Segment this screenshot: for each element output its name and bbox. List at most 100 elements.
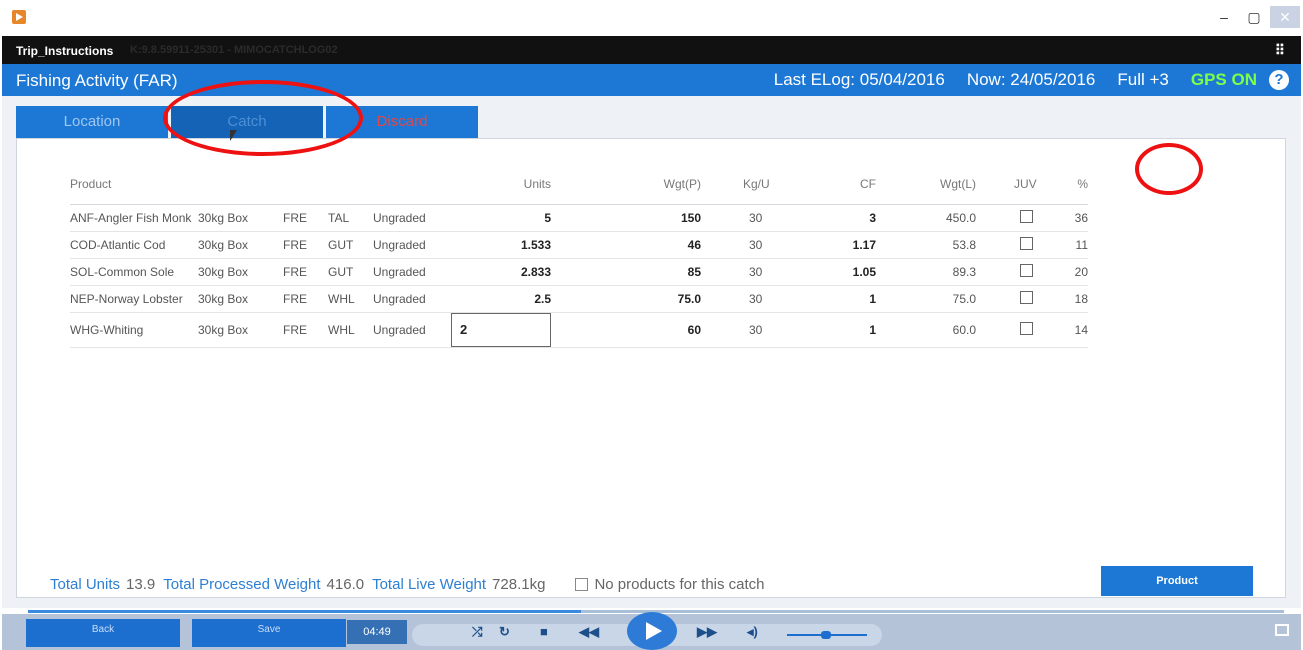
juv-checkbox[interactable] xyxy=(1020,263,1033,277)
cell-fresh: FRE xyxy=(283,204,328,232)
media-time: 04:49 xyxy=(347,620,407,644)
table-row[interactable]: NEP-Norway Lobster 30kg Box FRE WHL Ungraded… xyxy=(70,285,1088,313)
rewind-icon[interactable]: ◀◀ xyxy=(579,624,599,640)
volume-knob[interactable] xyxy=(821,631,831,639)
gps-status: GPS ON xyxy=(1190,70,1257,89)
cell-pct: 14 xyxy=(1038,312,1088,348)
juv-checkbox[interactable] xyxy=(1020,209,1033,223)
cell-wgtp: 46 xyxy=(573,231,701,259)
processed-weight-label: Total Processed Weight xyxy=(163,576,321,593)
fullscreen-icon[interactable] xyxy=(1275,624,1289,636)
media-controls: 04:49 ⤮ ↻ ■ ◀◀ ▶▶ ◂) xyxy=(347,612,1247,650)
cell-wgtp: 85 xyxy=(573,258,701,286)
cell-product: ANF-Angler Fish Monk xyxy=(70,204,198,232)
play-icon[interactable] xyxy=(627,612,677,650)
cell-presentation: TAL xyxy=(328,204,373,232)
table-row[interactable]: SOL-Common Sole 30kg Box FRE GUT Ungraded 2.8… xyxy=(70,258,1088,286)
cell-product: COD-Atlantic Cod xyxy=(70,231,198,259)
minimize-button[interactable]: – xyxy=(1210,6,1238,28)
cell-cf: 3 xyxy=(781,204,876,232)
table-row[interactable]: COD-Atlantic Cod 30kg Box FRE GUT Ungraded 1.… xyxy=(70,231,1088,259)
last-elog: Last ELog: 05/04/2016 xyxy=(773,70,945,89)
units-input[interactable]: 2 xyxy=(451,312,551,347)
col-fresh xyxy=(283,164,328,205)
help-icon[interactable]: ? xyxy=(1269,70,1289,90)
volume-slider[interactable] xyxy=(787,631,867,639)
col-wgtp: Wgt(P) xyxy=(573,164,701,205)
cell-presentation: GUT xyxy=(328,231,373,259)
col-wgtl: Wgt(L) xyxy=(876,164,976,205)
cell-grade: Ungraded xyxy=(373,204,451,232)
totals-footer: Total Units 13.9 Total Processed Weight … xyxy=(50,576,765,593)
cell-wgtp: 75.0 xyxy=(573,285,701,313)
col-box xyxy=(198,164,283,205)
cell-box: 30kg Box xyxy=(198,231,283,259)
inner-titlebar: Trip_Instructions K:9.8.59911-25301 - MI… xyxy=(2,36,1301,64)
shuffle-icon[interactable]: ⤮ xyxy=(472,624,482,640)
cell-units: 2.833 xyxy=(451,258,573,286)
cell-product: WHG-Whiting xyxy=(70,312,198,348)
annotation-circle-catch xyxy=(163,80,363,156)
table-row[interactable]: ANF-Angler Fish Monk 30kg Box FRE TAL Ungrad… xyxy=(70,204,1088,232)
cell-juv xyxy=(976,258,1038,286)
cell-units: 2.5 xyxy=(451,285,573,313)
outer-titlebar: – ▢ ✕ xyxy=(0,0,1303,34)
live-weight-label: Total Live Weight xyxy=(372,576,487,593)
juv-checkbox[interactable] xyxy=(1020,290,1033,304)
cell-juv xyxy=(976,204,1038,232)
cell-units: 2 xyxy=(451,312,573,348)
cell-wgtl: 89.3 xyxy=(876,258,976,286)
cell-presentation: WHL xyxy=(328,285,373,313)
cell-pct: 11 xyxy=(1038,231,1088,259)
now-date: Now: 24/05/2016 xyxy=(966,70,1096,89)
cell-wgtp: 150 xyxy=(573,204,701,232)
cell-juv xyxy=(976,231,1038,259)
col-pres xyxy=(328,164,373,205)
window-title: Trip_Instructions xyxy=(16,44,114,58)
cell-pct: 36 xyxy=(1038,204,1088,232)
cell-grade: Ungraded xyxy=(373,285,451,313)
cell-presentation: GUT xyxy=(328,258,373,286)
back-button[interactable]: Back xyxy=(26,619,180,647)
playback-progress-fill xyxy=(28,610,581,613)
col-kgu: Kg/U xyxy=(701,164,781,205)
cell-box: 30kg Box xyxy=(198,285,283,313)
cell-box: 30kg Box xyxy=(198,204,283,232)
annotation-circle-juv xyxy=(1135,143,1203,195)
cell-juv xyxy=(976,285,1038,313)
cell-fresh: FRE xyxy=(283,285,328,313)
menu-icon[interactable]: ⠿ xyxy=(1275,42,1285,59)
volume-icon[interactable]: ◂) xyxy=(747,624,758,640)
processed-weight-value: 416.0 xyxy=(326,576,365,593)
cell-cf: 1 xyxy=(781,285,876,313)
no-products-checkbox[interactable] xyxy=(575,578,589,591)
full-indicator: Full +3 xyxy=(1117,70,1169,89)
stop-icon[interactable]: ■ xyxy=(540,624,548,639)
cell-wgtp: 60 xyxy=(573,312,701,348)
table-row[interactable]: WHG-Whiting 30kg Box FRE WHL Ungraded 2 60 30 1 6… xyxy=(70,312,1088,348)
product-button[interactable]: Product xyxy=(1101,566,1253,596)
window-subtitle: K:9.8.59911-25301 - MIMOCATCHLOG02 xyxy=(130,44,338,56)
maximize-button[interactable]: ▢ xyxy=(1240,6,1268,28)
juv-checkbox[interactable] xyxy=(1020,236,1033,250)
total-units-value: 13.9 xyxy=(126,576,156,593)
juv-checkbox[interactable] xyxy=(1020,321,1033,335)
cell-fresh: FRE xyxy=(283,258,328,286)
cell-product: SOL-Common Sole xyxy=(70,258,198,286)
cell-box: 30kg Box xyxy=(198,258,283,286)
cell-cf: 1.17 xyxy=(781,231,876,259)
cell-kgu: 30 xyxy=(701,231,781,259)
close-button[interactable]: ✕ xyxy=(1270,6,1300,28)
cell-wgtl: 60.0 xyxy=(876,312,976,348)
tab-location[interactable]: Location xyxy=(16,106,168,138)
header-status: Last ELog: 05/04/2016 Now: 24/05/2016 Fu… xyxy=(774,70,1289,90)
cell-grade: Ungraded xyxy=(373,231,451,259)
cell-units: 5 xyxy=(451,204,573,232)
app-icon xyxy=(12,10,26,24)
repeat-icon[interactable]: ↻ xyxy=(499,624,510,640)
save-button[interactable]: Save xyxy=(192,619,346,647)
fast-forward-icon[interactable]: ▶▶ xyxy=(697,624,717,640)
cell-juv xyxy=(976,312,1038,348)
cell-kgu: 30 xyxy=(701,285,781,313)
col-cf: CF xyxy=(781,164,876,205)
